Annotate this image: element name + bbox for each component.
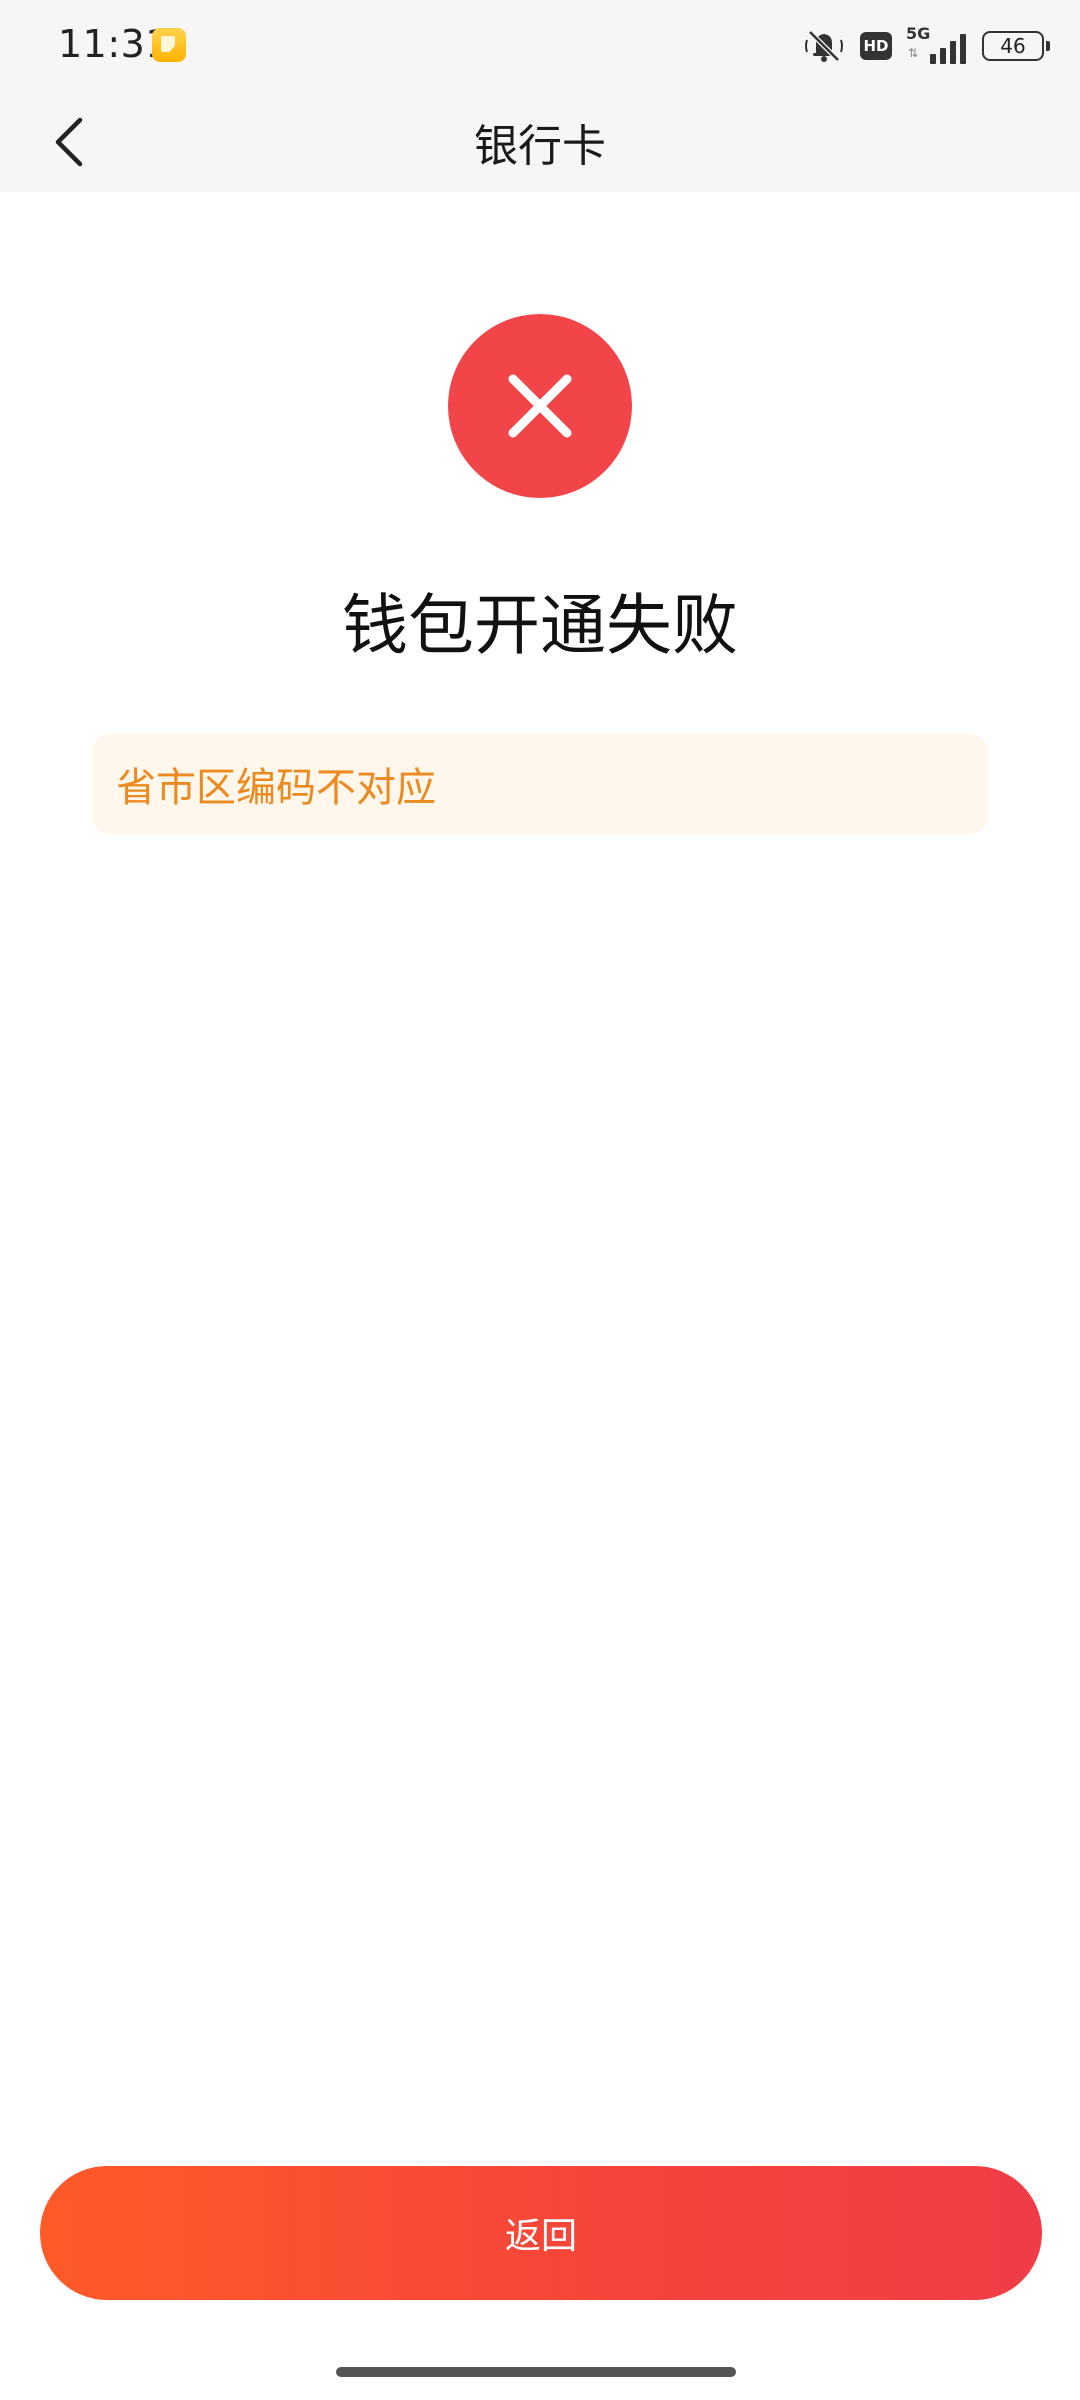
battery-level: 46	[1000, 34, 1026, 58]
network-type-label: 5G	[906, 24, 931, 43]
error-notice: 省市区编码不对应	[92, 734, 988, 834]
navigation-bar: 银行卡	[0, 92, 1080, 192]
error-message: 省市区编码不对应	[116, 765, 436, 811]
close-icon	[508, 374, 572, 438]
hd-icon: HD	[860, 32, 892, 60]
data-arrows-icon: ⇅	[908, 46, 919, 60]
signal-icon: 5G ⇅	[906, 24, 968, 68]
result-title: 钱包开通失败	[342, 587, 738, 664]
return-button[interactable]: 返回	[40, 2166, 1042, 2300]
wallet-activation-result-page: 11:31 HD 5G ⇅ 46 银行卡 钱包开通失败 省市区编码不对应 返回	[0, 0, 1080, 2400]
status-bar: 11:31 HD 5G ⇅ 46	[0, 0, 1080, 92]
battery-icon: 46	[982, 31, 1050, 61]
signal-bars	[930, 34, 966, 64]
page-title: 银行卡	[474, 121, 606, 172]
notification-app-icon	[152, 28, 186, 62]
home-indicator[interactable]	[336, 2367, 736, 2377]
mute-icon	[805, 30, 843, 62]
failure-badge	[448, 314, 632, 498]
status-indicators: HD 5G ⇅ 46	[802, 20, 1050, 72]
